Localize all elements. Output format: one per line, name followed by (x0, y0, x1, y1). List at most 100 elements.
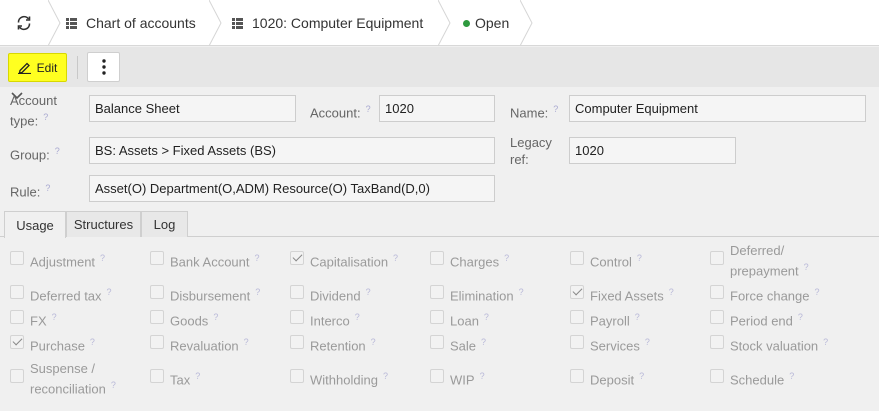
help-icon[interactable]: ? (635, 312, 640, 322)
usage-checkbox[interactable] (430, 335, 444, 349)
help-icon[interactable]: ? (639, 371, 644, 381)
help-icon[interactable]: ? (195, 371, 200, 381)
help-icon[interactable]: ? (789, 371, 794, 381)
help-icon[interactable]: ? (504, 253, 509, 263)
usage-checkbox[interactable] (290, 251, 304, 265)
help-icon[interactable]: ? (55, 146, 60, 156)
help-icon[interactable]: ? (45, 183, 50, 193)
help-icon[interactable]: ? (366, 104, 371, 114)
usage-checkbox-label: Disbursement? (170, 287, 261, 304)
usage-checkbox[interactable] (570, 369, 584, 383)
tab-usage[interactable]: Usage (4, 211, 66, 238)
help-icon[interactable]: ? (637, 253, 642, 263)
breadcrumb: Chart of accounts 1020: Computer Equipme… (0, 0, 879, 46)
help-icon[interactable]: ? (645, 337, 650, 347)
help-icon[interactable]: ? (371, 337, 376, 347)
usage-checkbox[interactable] (570, 285, 584, 299)
help-icon[interactable]: ? (393, 253, 398, 263)
usage-checkbox-label: Dividend? (310, 287, 371, 304)
help-icon[interactable]: ? (43, 112, 48, 122)
usage-checkbox-label: Capitalisation? (310, 253, 399, 270)
breadcrumb-account[interactable]: 1020: Computer Equipment (232, 0, 423, 46)
usage-checkbox[interactable] (430, 285, 444, 299)
help-icon[interactable]: ? (798, 312, 803, 322)
usage-checkbox[interactable] (150, 251, 164, 265)
help-icon[interactable]: ? (90, 337, 95, 347)
help-icon[interactable]: ? (815, 287, 820, 297)
usage-checkbox[interactable] (10, 285, 24, 299)
help-icon[interactable]: ? (52, 312, 57, 322)
help-icon[interactable]: ? (255, 253, 260, 263)
help-icon[interactable]: ? (244, 337, 249, 347)
usage-checkbox[interactable] (570, 251, 584, 265)
usage-checkbox[interactable] (10, 251, 24, 265)
help-icon[interactable]: ? (355, 312, 360, 322)
usage-checkbox[interactable] (290, 335, 304, 349)
help-icon[interactable]: ? (107, 287, 112, 297)
usage-checkbox-label: Adjustment? (30, 253, 106, 270)
usage-checkbox-label: Sale? (450, 337, 487, 354)
usage-checkbox[interactable] (10, 310, 24, 324)
usage-checkbox-label: Loan? (450, 312, 489, 329)
usage-checkbox[interactable] (150, 369, 164, 383)
help-icon[interactable]: ? (366, 287, 371, 297)
usage-checkbox-label: Period end? (730, 312, 803, 329)
usage-checkbox[interactable] (150, 285, 164, 299)
help-icon[interactable]: ? (484, 312, 489, 322)
account-field[interactable]: 1020 (379, 95, 495, 122)
usage-checkbox[interactable] (150, 335, 164, 349)
toolbar-divider (77, 56, 78, 79)
help-icon[interactable]: ? (255, 287, 260, 297)
tab-structures[interactable]: Structures (66, 211, 141, 237)
breadcrumb-chart-of-accounts[interactable]: Chart of accounts (66, 0, 196, 46)
usage-checkbox[interactable] (290, 285, 304, 299)
more-options-button[interactable] (87, 52, 120, 82)
usage-checkbox-label: Elimination? (450, 287, 524, 304)
usage-checkbox[interactable] (10, 369, 24, 383)
usage-checkbox[interactable] (710, 369, 724, 383)
account-type-field[interactable]: Balance Sheet (89, 95, 296, 122)
rule-field[interactable]: Asset(O) Department(O,ADM) Resource(O) T… (89, 175, 495, 202)
grid-icon (232, 17, 243, 29)
usage-checkbox[interactable] (430, 369, 444, 383)
group-field[interactable]: BS: Assets > Fixed Assets (BS) (89, 137, 495, 164)
breadcrumb-label: 1020: Computer Equipment (252, 15, 424, 31)
legacy-ref-label: Legacy ref: (510, 135, 552, 167)
help-icon[interactable]: ? (100, 253, 105, 263)
usage-checkbox[interactable] (570, 310, 584, 324)
usage-checkbox[interactable] (710, 285, 724, 299)
usage-checkbox-label: Deferred/prepayment? (730, 243, 809, 279)
help-icon[interactable]: ? (553, 104, 558, 114)
tab-log[interactable]: Log (141, 211, 188, 237)
help-icon[interactable]: ? (111, 380, 116, 390)
usage-checkbox[interactable] (710, 310, 724, 324)
usage-checkbox[interactable] (290, 369, 304, 383)
help-icon[interactable]: ? (213, 312, 218, 322)
usage-checkbox[interactable] (570, 335, 584, 349)
help-icon[interactable]: ? (823, 337, 828, 347)
legacy-ref-field[interactable]: 1020 (569, 137, 736, 164)
usage-checkbox-label: Schedule? (730, 371, 795, 388)
help-icon[interactable]: ? (804, 262, 809, 272)
usage-checkbox[interactable] (430, 310, 444, 324)
usage-checkbox[interactable] (430, 251, 444, 265)
help-icon[interactable]: ? (480, 371, 485, 381)
usage-checkbox-label: Retention? (310, 337, 376, 354)
usage-checkbox[interactable] (710, 335, 724, 349)
edit-button[interactable]: Edit (8, 53, 67, 82)
refresh-button[interactable] (0, 0, 48, 46)
usage-checkbox-label: Suspense / reconciliation? (30, 361, 116, 397)
help-icon[interactable]: ? (481, 337, 486, 347)
usage-checkbox[interactable] (710, 251, 724, 265)
name-label: Name:? (510, 104, 559, 121)
usage-checkbox[interactable] (290, 310, 304, 324)
toolbar: Edit (0, 47, 879, 87)
help-icon[interactable]: ? (519, 287, 524, 297)
usage-checkbox[interactable] (10, 335, 24, 349)
refresh-icon (17, 15, 31, 31)
usage-checkbox[interactable] (150, 310, 164, 324)
help-icon[interactable]: ? (669, 287, 674, 297)
name-field[interactable]: Computer Equipment (569, 95, 866, 122)
breadcrumb-status[interactable]: Open (463, 0, 509, 46)
help-icon[interactable]: ? (383, 371, 388, 381)
